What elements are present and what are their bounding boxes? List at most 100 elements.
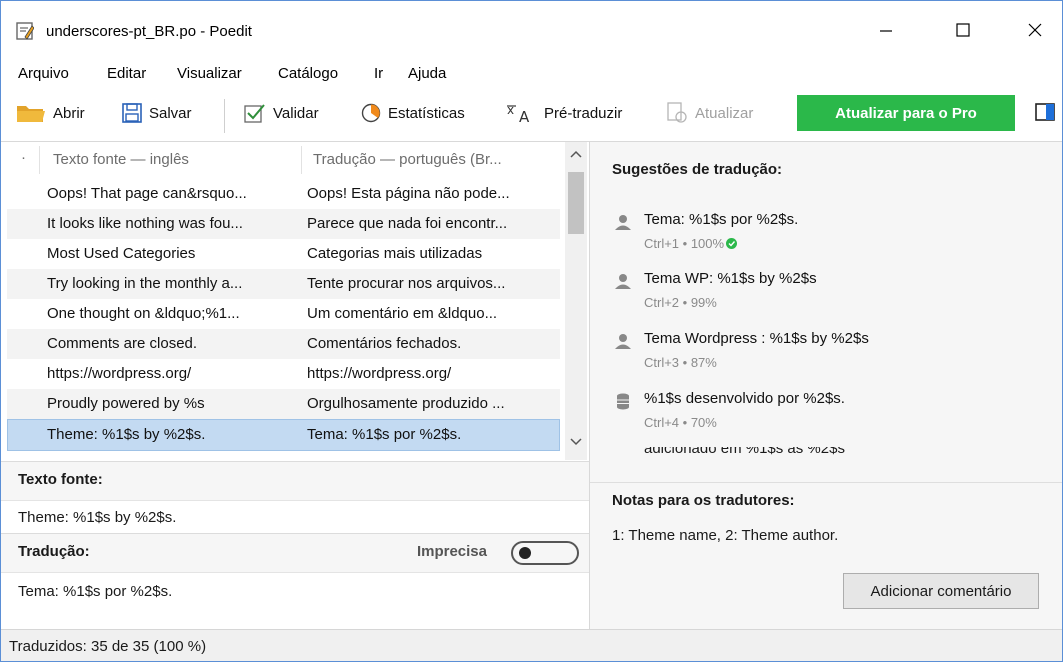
maximize-button[interactable]	[940, 15, 986, 45]
row-translation: Categorias mais utilizadas	[307, 245, 483, 262]
toolbar-separator	[224, 99, 225, 133]
scroll-up-icon[interactable]	[570, 150, 582, 158]
column-divider	[39, 146, 40, 174]
upgrade-pro-button[interactable]: Atualizar para o Pro	[797, 95, 1015, 131]
translation-label: Tradução:	[18, 543, 90, 560]
row-translation: Oops! Esta página não pode...	[307, 185, 510, 202]
list-header: · Texto fonte — inglês Tradução — portug…	[1, 142, 566, 178]
maximize-icon	[956, 23, 970, 37]
pretranslate-button[interactable]: x A Pré-traduzir	[507, 99, 622, 127]
notes-title: Notas para os tradutores:	[612, 492, 795, 509]
column-header-mark: ·	[21, 149, 26, 166]
fuzzy-toggle[interactable]	[511, 541, 579, 565]
row-translation: Comentários fechados.	[307, 335, 462, 352]
minimize-button[interactable]	[863, 15, 909, 45]
save-icon	[122, 103, 142, 123]
toggle-knob	[519, 547, 531, 559]
checkmark-icon	[244, 104, 265, 123]
status-text: Traduzidos: 35 de 35 (100 %)	[9, 638, 207, 655]
row-source: Oops! That page can&rsquo...	[47, 185, 247, 202]
row-source: Try looking in the monthly a...	[47, 275, 243, 292]
save-label: Salvar	[149, 104, 192, 122]
row-translation: Tema: %1$s por %2$s.	[307, 426, 462, 443]
suggestion-meta: Ctrl+4 • 70%	[644, 415, 717, 430]
suggestion-item-clipped: adicionado em %1$s às %2$s	[644, 447, 1024, 459]
user-icon	[615, 215, 631, 230]
table-row[interactable]: Proudly powered by %s Orgulhosamente pro…	[7, 389, 560, 419]
folder-icon	[17, 106, 45, 122]
minimize-icon	[880, 30, 892, 32]
suggestion-meta: Ctrl+3 • 87%	[644, 355, 717, 370]
row-source: Comments are closed.	[47, 335, 198, 352]
suggestion-text: adicionado em %1$s às %2$s	[644, 447, 845, 457]
column-divider	[301, 146, 302, 174]
suggestion-text: Tema Wordpress : %1$s by %2$s	[644, 330, 869, 347]
menu-bar: Arquivo Editar Visualizar Catálogo Ir Aj…	[1, 59, 1062, 87]
table-row[interactable]: Most Used Categories Categorias mais uti…	[7, 239, 560, 269]
menu-visualizar[interactable]: Visualizar	[177, 65, 242, 82]
translate-icon: x A	[507, 103, 530, 123]
suggestion-item[interactable]: Tema: %1$s por %2$s. Ctrl+1 • 100%	[614, 211, 1034, 259]
row-source: Most Used Categories	[47, 245, 196, 262]
row-translation: Orgulhosamente produzido ...	[307, 395, 505, 412]
user-icon	[615, 334, 631, 349]
suggestion-text: Tema: %1$s por %2$s.	[644, 211, 799, 228]
suggestion-item[interactable]: Tema Wordpress : %1$s by %2$s Ctrl+3 • 8…	[614, 330, 1034, 378]
sidebar-divider	[590, 482, 1062, 483]
row-translation: Um comentário em &ldquo...	[307, 305, 498, 322]
row-source: Proudly powered by %s	[47, 395, 205, 412]
update-icon	[667, 102, 687, 123]
table-row[interactable]: Try looking in the monthly a... Tente pr…	[7, 269, 560, 299]
notes-text: 1: Theme name, 2: Theme author.	[612, 527, 839, 544]
table-row[interactable]: Oops! That page can&rsquo... Oops! Esta …	[7, 179, 560, 209]
column-header-source[interactable]: Texto fonte — inglês	[53, 151, 189, 168]
suggestion-meta: Ctrl+1 • 100%	[644, 236, 738, 251]
menu-ajuda[interactable]: Ajuda	[408, 65, 446, 82]
menu-catalogo[interactable]: Catálogo	[278, 65, 338, 82]
sidebar-toggle-icon[interactable]	[1035, 103, 1055, 121]
menu-editar[interactable]: Editar	[107, 65, 146, 82]
editor-panel: Texto fonte: Theme: %1$s by %2$s. Traduç…	[1, 459, 589, 629]
table-row[interactable]: Comments are closed. Comentários fechado…	[7, 329, 560, 359]
suggestion-item[interactable]: Tema WP: %1$s by %2$s Ctrl+2 • 99%	[614, 270, 1034, 318]
translation-list: · Texto fonte — inglês Tradução — portug…	[1, 141, 589, 460]
open-button[interactable]: Abrir	[16, 99, 85, 127]
scrollbar-thumb[interactable]	[568, 172, 584, 234]
row-translation: Parece que nada foi encontr...	[307, 215, 508, 232]
row-source: One thought on &ldquo;%1...	[47, 305, 240, 322]
pretranslate-label: Pré-traduzir	[544, 104, 623, 122]
pie-chart-icon	[361, 103, 381, 123]
fuzzy-label: Imprecisa	[416, 543, 487, 560]
table-row[interactable]: It looks like nothing was fou... Parece …	[7, 209, 560, 239]
sidebar: Sugestões de tradução: Tema: %1$s por %2…	[589, 141, 1062, 632]
translation-input[interactable]: Tema: %1$s por %2$s.	[18, 583, 172, 600]
row-source: Theme: %1$s by %2$s.	[47, 426, 206, 443]
statistics-button[interactable]: Estatísticas	[361, 99, 465, 127]
save-button[interactable]: Salvar	[122, 99, 192, 127]
poedit-window: underscores-pt_BR.po - Poedit Arquivo Ed…	[0, 0, 1063, 662]
list-scrollbar[interactable]	[565, 142, 587, 460]
column-header-translation[interactable]: Tradução — português (Br...	[313, 151, 502, 168]
suggestion-text: Tema WP: %1$s by %2$s	[644, 270, 817, 287]
menu-arquivo[interactable]: Arquivo	[18, 65, 69, 82]
row-source: https://wordpress.org/	[47, 365, 192, 382]
title-bar: underscores-pt_BR.po - Poedit	[1, 1, 1062, 45]
scroll-down-icon[interactable]	[570, 438, 582, 446]
validate-button[interactable]: Validar	[244, 99, 319, 127]
table-row-selected[interactable]: Theme: %1$s by %2$s. Tema: %1$s por %2$s…	[7, 419, 560, 451]
update-button[interactable]: Atualizar	[666, 99, 753, 127]
user-icon	[615, 274, 631, 289]
close-icon	[1028, 23, 1042, 37]
suggestion-item[interactable]: %1$s desenvolvido por %2$s. Ctrl+4 • 70%	[614, 390, 1034, 438]
update-label: Atualizar	[695, 104, 754, 122]
table-row[interactable]: One thought on &ldquo;%1... Um comentári…	[7, 299, 560, 329]
add-comment-button[interactable]: Adicionar comentário	[843, 573, 1039, 609]
window-title: underscores-pt_BR.po - Poedit	[46, 23, 252, 40]
suggestion-text: %1$s desenvolvido por %2$s.	[644, 390, 845, 407]
poedit-app-icon	[16, 22, 34, 40]
menu-ir[interactable]: Ir	[374, 65, 383, 82]
table-row[interactable]: https://wordpress.org/ https://wordpress…	[7, 359, 560, 389]
close-button[interactable]	[1012, 15, 1058, 45]
row-source: It looks like nothing was fou...	[47, 215, 243, 232]
suggestion-meta: Ctrl+2 • 99%	[644, 295, 717, 310]
